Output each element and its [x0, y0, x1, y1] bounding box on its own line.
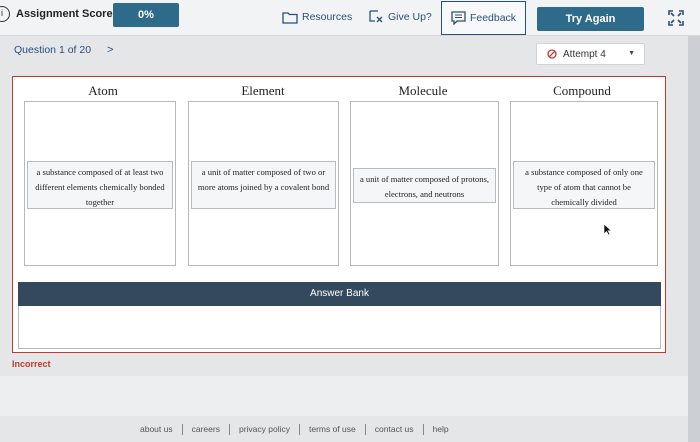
next-question-icon[interactable]: >	[107, 44, 113, 56]
footer-link-help[interactable]: help	[422, 424, 458, 435]
term-card[interactable]: a substance composed of only one type of…	[513, 161, 655, 209]
footer-links: about us careers privacy policy terms of…	[138, 424, 458, 435]
category-title-element: Element	[241, 83, 285, 98]
term-card[interactable]: a unit of matter composed of two or more…	[191, 161, 336, 209]
drop-zone-atom[interactable]: a substance composed of at least two dif…	[24, 101, 176, 266]
category-title-molecule: Molecule	[398, 83, 448, 98]
content-spacer	[0, 376, 688, 416]
footer-link-careers[interactable]: careers	[181, 424, 229, 435]
resources-label: Resources	[302, 11, 353, 23]
drop-zone-molecule[interactable]: a unit of matter composed of protons, el…	[350, 101, 499, 266]
answer-bank-area[interactable]	[18, 306, 661, 349]
chevron-down-icon: ▼	[628, 50, 635, 57]
footer-link-contact-us[interactable]: contact us	[364, 424, 423, 435]
give-up-label: Give Up?	[388, 11, 432, 23]
feedback-icon	[451, 11, 466, 25]
assignment-score-label: Assignment Score:	[16, 8, 117, 20]
cancel-circle-icon	[547, 49, 557, 59]
try-again-button[interactable]: Try Again	[537, 7, 644, 31]
give-up-icon	[369, 10, 383, 23]
result-status: Incorrect	[12, 359, 51, 369]
question-nav-label: Question 1 of 20	[14, 44, 92, 56]
answer-bank-header: Answer Bank	[18, 282, 661, 306]
question-navigator[interactable]: Question 1 of 20 >	[14, 44, 113, 56]
footer-link-about-us[interactable]: about us	[138, 424, 182, 435]
give-up-button[interactable]: Give Up?	[369, 3, 432, 31]
top-toolbar: i Assignment Score: 0% Resources Give Up…	[0, 0, 700, 36]
footer-link-privacy-policy[interactable]: privacy policy	[228, 424, 299, 435]
term-card[interactable]: a substance composed of at least two dif…	[27, 161, 173, 209]
folder-icon	[282, 11, 298, 24]
mouse-cursor-icon	[603, 223, 612, 236]
footer-link-terms-of-use[interactable]: terms of use	[299, 424, 365, 435]
term-card[interactable]: a unit of matter composed of protons, el…	[353, 168, 496, 203]
feedback-button[interactable]: Feedback	[441, 1, 526, 35]
assignment-score-value: 0%	[113, 3, 179, 27]
drop-zone-element[interactable]: a unit of matter composed of two or more…	[188, 101, 339, 266]
page-scrollbar-area	[688, 36, 700, 442]
expand-icon[interactable]	[668, 10, 684, 26]
feedback-label: Feedback	[469, 12, 517, 24]
info-icon[interactable]: i	[0, 6, 10, 22]
resources-button[interactable]: Resources	[282, 3, 352, 31]
drop-zone-compound[interactable]: a substance composed of only one type of…	[510, 101, 658, 266]
question-panel: Atom Element Molecule Compound a substan…	[12, 76, 666, 353]
attempt-label: Attempt 4	[563, 48, 606, 60]
category-title-atom: Atom	[88, 83, 118, 98]
category-title-compound: Compound	[553, 83, 611, 98]
attempt-dropdown[interactable]: Attempt 4 ▼	[536, 43, 645, 65]
